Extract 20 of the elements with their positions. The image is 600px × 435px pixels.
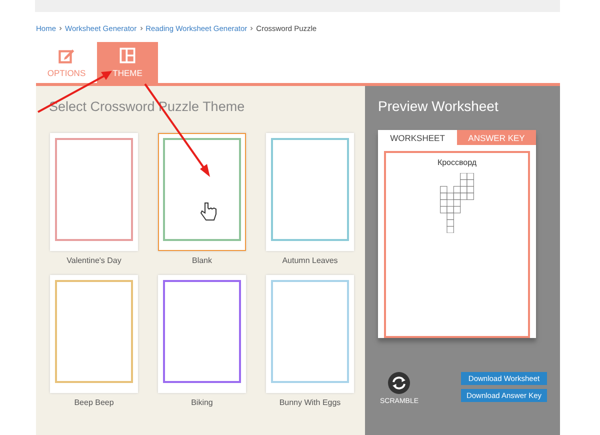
chevron-icon — [59, 26, 62, 30]
theme-name: Bunny With Eggs — [279, 398, 341, 407]
tab[interactable]: WORKSHEET — [378, 130, 457, 145]
edit-icon — [58, 47, 75, 64]
theme-name: Beep Beep — [74, 398, 114, 407]
theme-card[interactable] — [158, 133, 246, 251]
theme-name: Biking — [191, 398, 213, 407]
layout-icon — [119, 47, 136, 64]
tab[interactable]: THEME — [97, 42, 158, 83]
theme-name: Blank — [192, 256, 212, 265]
theme-name: Valentine's Day — [66, 256, 122, 265]
panel-title: Preview Worksheet — [377, 97, 500, 116]
worksheet-title: Кроссворд — [437, 158, 477, 167]
hand-cursor-icon — [200, 202, 216, 220]
tab[interactable]: ANSWER KEY — [457, 130, 536, 145]
refresh-icon — [388, 372, 410, 394]
chevron-icon — [140, 26, 143, 30]
crossword-grid-drawing — [437, 173, 477, 233]
chevron-icon — [250, 26, 254, 30]
theme-name: Autumn Leaves — [282, 256, 338, 265]
